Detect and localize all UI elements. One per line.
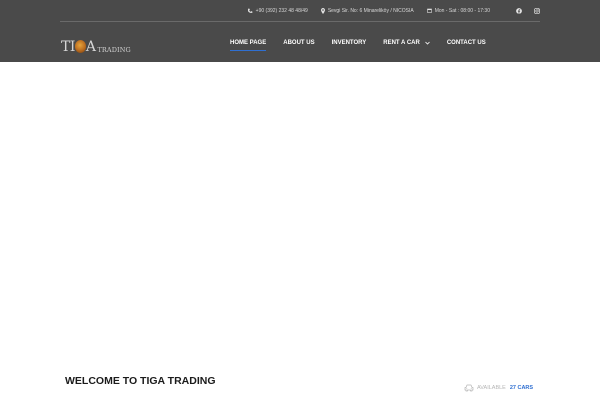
- site-logo[interactable]: TI A TRADING: [61, 36, 131, 54]
- welcome-heading: WELCOME TO TIGA TRADING: [65, 375, 216, 387]
- instagram-icon: [534, 7, 540, 14]
- main-navigation: HOME PAGE ABOUT US INVENTORY RENT A CAR …: [230, 36, 503, 51]
- address-text: Sevgi Sir. No: 6 Minareliköy / NICOSIA: [327, 7, 414, 14]
- logo-subtitle: TRADING: [97, 46, 131, 54]
- facebook-link[interactable]: [516, 7, 522, 14]
- hours-text: Mon - Sat : 08:00 - 17:30: [434, 7, 490, 14]
- available-label: AVAILABLE: [477, 385, 506, 391]
- address-info: Sevgi Sir. No: 6 Minareliköy / NICOSIA: [320, 7, 414, 14]
- available-cars-indicator[interactable]: AVAILABLE 27 CARS: [464, 384, 533, 392]
- hero-area: [0, 62, 600, 362]
- logo-wordmark: TI A: [61, 39, 96, 55]
- social-links: [504, 7, 540, 14]
- instagram-link[interactable]: [534, 7, 540, 14]
- site-header: +90 (392) 232 48 48/49 Sevgi Sir. No: 6 …: [0, 0, 600, 62]
- top-info-bar: +90 (392) 232 48 48/49 Sevgi Sir. No: 6 …: [60, 0, 540, 22]
- tiger-emblem-icon: [74, 40, 86, 53]
- facebook-icon: [516, 7, 522, 14]
- nav-item-inventory[interactable]: INVENTORY: [332, 40, 367, 46]
- nav-item-home[interactable]: HOME PAGE: [230, 40, 267, 51]
- nav-item-rent-a-car[interactable]: RENT A CAR: [383, 40, 430, 46]
- hours-info: Mon - Sat : 08:00 - 17:30: [426, 7, 490, 14]
- nav-item-about[interactable]: ABOUT US: [283, 40, 314, 46]
- map-pin-icon: [320, 7, 325, 14]
- nav-item-rent-a-car-label: RENT A CAR: [383, 40, 420, 46]
- calendar-icon: [426, 8, 432, 13]
- nav-item-contact[interactable]: CONTACT US: [447, 40, 486, 46]
- available-count: 27 CARS: [509, 385, 534, 391]
- phone-text: +90 (392) 232 48 48/49: [255, 7, 308, 14]
- phone-icon: [247, 8, 253, 13]
- car-icon: [464, 384, 474, 392]
- chevron-down-icon: [425, 41, 430, 45]
- phone-info[interactable]: +90 (392) 232 48 48/49: [247, 8, 308, 14]
